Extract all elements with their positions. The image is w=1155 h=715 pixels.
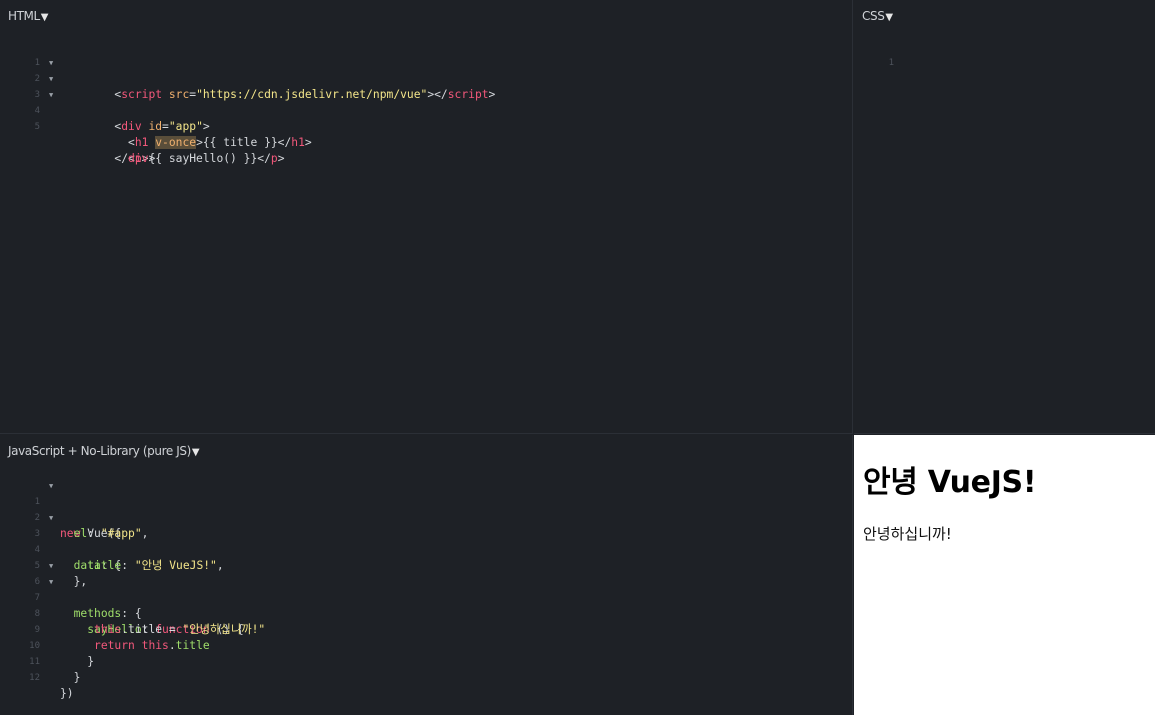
code-line: 4 title: "안녕 VueJS!", — [0, 526, 852, 572]
result-panel[interactable]: 안녕 VueJS! 안녕하십니까! — [854, 435, 1155, 715]
code-token: > — [277, 152, 285, 165]
code-token: >{{ sayHello() }}</ — [141, 152, 271, 165]
html-code-editor[interactable]: 1 <script src="https://cdn.jsdelivr.net/… — [0, 39, 852, 165]
html-panel-header[interactable]: HTML▼ — [8, 9, 49, 25]
code-line: 4 ▼ <p>{{ sayHello() }}</p> — [0, 87, 852, 165]
css-code-editor[interactable]: 1 — [854, 39, 1155, 68]
code-line: 5 }, — [0, 542, 852, 588]
dropdown-caret-icon: ▼ — [885, 12, 893, 23]
fold-arrow-icon[interactable]: ▼ — [49, 510, 53, 526]
dropdown-caret-icon: ▼ — [40, 12, 49, 23]
line-number: 12 — [29, 673, 40, 683]
code-line: 12 }) — [0, 654, 852, 700]
css-panel-header[interactable]: CSS▼ — [862, 9, 893, 25]
code-line: 9 return this.title — [0, 606, 852, 652]
js-panel-label: JavaScript + No-Library (pure JS) — [8, 444, 191, 458]
fold-arrow-icon[interactable]: ▼ — [49, 71, 53, 87]
js-panel: JavaScript + No-Library (pure JS)▼ 1 ▼ n… — [0, 435, 853, 715]
js-code-editor[interactable]: 1 ▼ new Vue({ 2 el: "#app", 3 ▼ data: { … — [0, 478, 852, 700]
code-token: </ — [114, 152, 129, 165]
dropdown-caret-icon: ▼ — [191, 447, 200, 458]
code-line: 1 <script src="https://cdn.jsdelivr.net/… — [0, 39, 852, 101]
code-line: 2 ▼ <div id="app"> — [0, 55, 852, 133]
code-line: 3 ▼ <h1 v-once>{{ title }}</h1> — [0, 71, 852, 149]
fold-arrow-icon[interactable]: ▼ — [49, 478, 53, 494]
css-panel: CSS▼ 1 — [854, 0, 1155, 434]
code-line: 2 el: "#app", — [0, 494, 852, 540]
css-panel-label: CSS — [862, 9, 885, 23]
line-number: 5 — [34, 122, 40, 132]
code-token: > — [304, 136, 312, 149]
code-line: 1 ▼ new Vue({ — [0, 478, 852, 540]
html-panel: HTML▼ 1 <script src="https://cdn.jsdeliv… — [0, 0, 853, 434]
code-line: 7 ▼ sayHello: function () { — [0, 574, 852, 636]
code-line: 8 this.title = "안녕하십니까!" — [0, 590, 852, 636]
js-panel-header[interactable]: JavaScript + No-Library (pure JS)▼ — [8, 444, 200, 460]
code-token: } — [60, 671, 81, 684]
code-line: 3 ▼ data: { — [0, 510, 852, 572]
code-token: div — [128, 152, 149, 165]
fold-arrow-icon[interactable]: ▼ — [49, 55, 53, 71]
code-line: 1 — [854, 39, 1155, 68]
code-line: 10 } — [0, 622, 852, 668]
code-line: 5 </div> — [0, 103, 852, 165]
fold-arrow-icon[interactable]: ▼ — [49, 87, 53, 103]
fold-arrow-icon[interactable]: ▼ — [49, 574, 53, 590]
fold-arrow-icon[interactable]: ▼ — [49, 558, 53, 574]
code-token: h1 — [291, 136, 305, 149]
code-line: 6 ▼ methods: { — [0, 558, 852, 620]
html-panel-label: HTML — [8, 9, 40, 23]
line-number: 1 — [888, 58, 894, 68]
code-token: }) — [60, 687, 74, 700]
result-heading: 안녕 VueJS! — [863, 465, 1037, 500]
code-token: > — [148, 152, 156, 165]
code-token: p — [270, 152, 278, 165]
code-line: 11 } — [0, 638, 852, 684]
result-paragraph: 안녕하십니까! — [863, 525, 952, 543]
